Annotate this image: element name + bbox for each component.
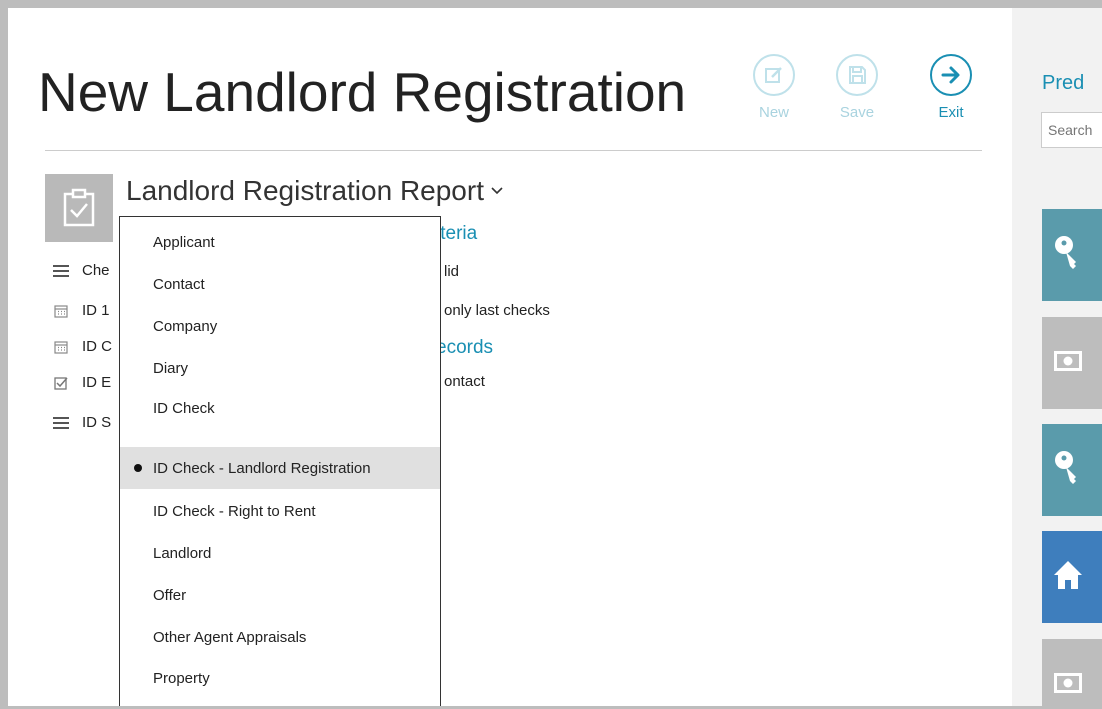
field-label: ID S	[82, 414, 112, 431]
records-item: ontact	[444, 373, 485, 390]
list-icon	[52, 415, 70, 431]
dropdown-item[interactable]: Landlord	[120, 532, 440, 574]
arrow-right-icon	[930, 54, 972, 96]
exit-button[interactable]: Exit	[924, 54, 978, 121]
field-label: ID E	[82, 374, 112, 391]
report-type-dropdown: Applicant Contact Company Diary ID Check…	[119, 216, 441, 706]
field-row[interactable]: Che	[52, 262, 110, 279]
calendar-icon	[52, 339, 70, 355]
money-icon	[1052, 346, 1084, 381]
right-pane-title: Pred	[1042, 72, 1085, 94]
calendar-icon	[52, 303, 70, 319]
dropdown-item[interactable]: ID Check - Right to Rent	[120, 490, 440, 532]
field-row[interactable]: ID E	[52, 374, 111, 391]
save-button-label: Save	[839, 104, 875, 121]
app-window: New Landlord Registration New Save Exit …	[8, 8, 1102, 706]
field-label: ID 1	[82, 302, 110, 319]
house-icon	[1052, 558, 1084, 597]
exit-button-label: Exit	[938, 104, 964, 121]
records-heading: ecords	[436, 337, 494, 358]
save-icon	[836, 54, 878, 96]
chevron-down-icon	[490, 186, 504, 196]
criteria-item: lid	[444, 263, 460, 280]
dropdown-item[interactable]: Offer	[120, 574, 440, 616]
page-title: New Landlord Registration	[38, 61, 687, 123]
search-input[interactable]	[1041, 112, 1102, 148]
dropdown-item[interactable]: Contact	[120, 263, 440, 305]
field-label: Che	[82, 262, 110, 279]
tile-key[interactable]	[1042, 209, 1102, 301]
tile-key[interactable]	[1042, 424, 1102, 516]
dropdown-item[interactable]: Diary	[120, 347, 440, 389]
selected-bullet-icon	[134, 464, 142, 472]
tile-house[interactable]	[1042, 531, 1102, 623]
dropdown-item-selected[interactable]: ID Check - Landlord Registration	[120, 447, 440, 489]
right-pane: Pred	[1012, 8, 1102, 706]
edit-icon	[753, 54, 795, 96]
new-button[interactable]: New	[747, 54, 801, 121]
key-icon	[1052, 233, 1084, 278]
dropdown-item[interactable]: Applicant	[120, 221, 440, 263]
criteria-item: only last checks	[444, 302, 550, 319]
key-icon	[1052, 448, 1084, 493]
criteria-heading: iteria	[436, 223, 478, 244]
tile-money[interactable]	[1042, 317, 1102, 409]
tile-money[interactable]	[1042, 639, 1102, 706]
new-button-label: New	[758, 104, 789, 121]
field-row[interactable]: ID S	[52, 414, 111, 431]
dropdown-item[interactable]: Property	[120, 657, 440, 699]
money-icon	[1052, 668, 1084, 703]
main-panel: New Landlord Registration New Save Exit …	[8, 8, 1012, 706]
field-row[interactable]: ID 1	[52, 302, 110, 319]
field-label: ID C	[82, 338, 112, 355]
dropdown-item[interactable]: Other Agent Appraisals	[120, 616, 440, 658]
dropdown-item[interactable]: Company	[120, 305, 440, 347]
report-type-selector[interactable]: Landlord Registration Report	[126, 175, 504, 207]
save-button[interactable]: Save	[830, 54, 884, 121]
dropdown-item-label: ID Check - Landlord Registration	[153, 459, 371, 477]
header-divider	[45, 150, 982, 151]
dropdown-item[interactable]: ID Check	[120, 387, 440, 429]
report-title-label: Landlord Registration Report	[126, 175, 484, 206]
field-row[interactable]: ID C	[52, 338, 112, 355]
checkbox-icon	[52, 375, 70, 391]
list-icon	[52, 263, 70, 279]
clipboard-check-icon	[45, 174, 113, 242]
